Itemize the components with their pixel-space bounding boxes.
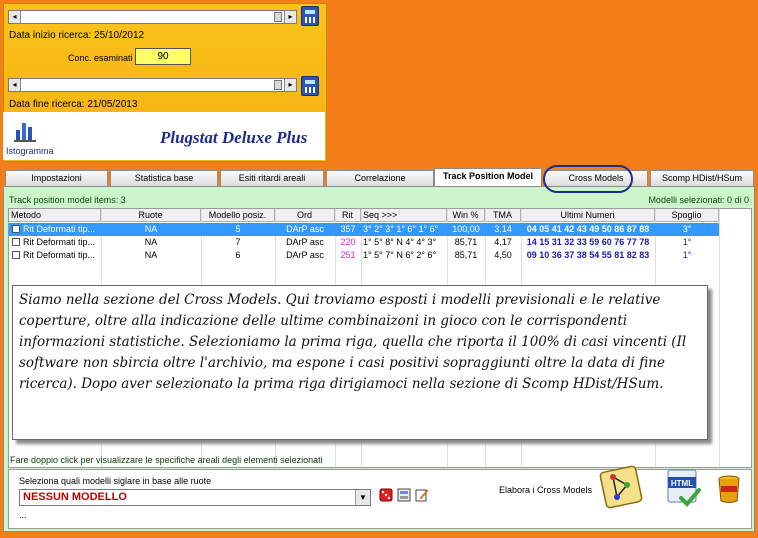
start-date-slider[interactable]: ◂ ▸ — [8, 10, 297, 24]
column-header[interactable]: TMA — [485, 209, 521, 222]
app-window: ◂ ▸ Data inizio ricerca: 25/10/2012 Conc… — [0, 0, 758, 538]
dropdown-value: NESSUN MODELLO — [23, 491, 127, 503]
slider-thumb[interactable] — [274, 80, 282, 90]
cell-modello: 6 — [235, 250, 241, 260]
cross-models-controls: Seleziona quali modelli siglare in base … — [8, 465, 752, 529]
column-header[interactable]: Spoglio — [655, 209, 719, 222]
cell-metodo: Rit Deformati tip... — [23, 224, 96, 234]
end-date-label: Data fine ricerca: — [9, 99, 85, 110]
row-checkbox[interactable] — [12, 238, 20, 246]
row-checkbox[interactable] — [12, 225, 20, 233]
tab-bar: Impostazioni Statistica base Esiti ritar… — [3, 168, 755, 186]
model-select-dropdown[interactable]: NESSUN MODELLO ▼ — [19, 489, 371, 506]
row-checkbox[interactable] — [12, 251, 20, 259]
column-header[interactable]: Win % — [447, 209, 485, 222]
tab-statistica-base[interactable]: Statistica base — [110, 170, 218, 186]
ellipsis-link[interactable]: ... — [19, 510, 27, 520]
cell-modello: 7 — [235, 237, 241, 247]
cell-ord: DArP asc — [286, 250, 324, 260]
calculator-icon[interactable] — [301, 6, 319, 26]
start-date-label: Data inizio ricerca: — [9, 30, 92, 41]
svg-text:HTML: HTML — [671, 479, 693, 488]
cell-tma: 3,14 — [494, 224, 512, 234]
cell-ord: DArP asc — [286, 237, 324, 247]
cell-ruote: NA — [144, 250, 158, 260]
column-header[interactable]: Seq >>> — [361, 209, 447, 222]
conc-input[interactable]: 90 — [135, 48, 191, 65]
column-header[interactable]: Rit — [335, 209, 361, 222]
cell-tma: 4,17 — [494, 237, 512, 247]
column-header[interactable]: Ultimi Numeri — [521, 209, 655, 222]
cell-rit: 357 — [340, 224, 356, 234]
cell-seq: 1° 5° 7° N 6° 2° 6° — [363, 250, 437, 260]
cell-spoglio: 3° — [682, 224, 692, 234]
cell-ruote: NA — [144, 224, 158, 234]
tutorial-annotation: Siamo nella sezione del Cross Models. Qu… — [12, 285, 708, 440]
double-click-hint: Fare doppio click per visualizzare le sp… — [10, 455, 323, 465]
column-header[interactable]: Ruote — [101, 209, 201, 222]
cell-metodo: Rit Deformati tip... — [23, 237, 96, 247]
end-date-value: 21/05/2013 — [87, 99, 138, 110]
cell-spoglio: 1° — [682, 237, 692, 247]
trash-bin-icon[interactable] — [717, 474, 741, 504]
cell-seq: 3° 2° 3° 1° 6° 1° 6° — [363, 224, 439, 234]
table-row[interactable]: Rit Deformati tip... NA 5 DArP asc 357 3… — [9, 223, 719, 236]
end-date-slider[interactable]: ◂ ▸ — [8, 78, 297, 92]
cross-models-highlight-ellipse — [543, 165, 633, 193]
tab-track-position-model[interactable]: Track Position Model — [434, 168, 542, 186]
cell-spoglio: 1° — [682, 250, 692, 260]
html-export-icon[interactable]: HTML — [665, 468, 703, 508]
tab-esiti-ritardi-areali[interactable]: Esiti ritardi areali — [220, 170, 324, 186]
cell-rit: 220 — [340, 237, 356, 247]
histogram-icon[interactable] — [14, 118, 36, 142]
table-row[interactable]: Rit Deformati tip... NA 6 DArP asc 251 1… — [9, 249, 719, 262]
cell-ultimi-numeri: 09 10 36 37 38 54 55 81 82 83 — [526, 250, 650, 260]
tab-scomp-hdist-hsum[interactable]: Scomp HDist/HSum — [650, 170, 754, 186]
calculator-icon[interactable] — [301, 76, 319, 96]
cell-tma: 4,50 — [494, 250, 512, 260]
cell-ultimi-numeri: 14 15 31 32 33 59 60 76 77 78 — [526, 237, 650, 247]
cell-win: 85,71 — [454, 237, 478, 247]
slider-left-arrow[interactable]: ◂ — [9, 79, 21, 91]
cell-win: 85,71 — [454, 250, 478, 260]
network-diagram-icon[interactable] — [597, 463, 645, 511]
cell-seq: 1° 5° 8° N 4° 4° 3° — [363, 237, 437, 247]
cell-metodo: Rit Deformati tip... — [23, 250, 96, 260]
models-selected-count: Modelli selezionati: 0 di 0 — [648, 195, 749, 205]
chevron-down-icon[interactable]: ▼ — [355, 490, 370, 505]
conc-label: Conc. esaminati — [68, 53, 133, 63]
elabora-label: Elabora i Cross Models — [499, 485, 593, 495]
cell-win: 100,00 — [452, 224, 480, 234]
column-header[interactable]: Ord — [275, 209, 335, 222]
slider-left-arrow[interactable]: ◂ — [9, 11, 21, 23]
cell-ultimi-numeri: 04 05 41 42 43 49 50 86 87 88 — [526, 224, 650, 234]
table-row[interactable]: Rit Deformati tip... NA 7 DArP asc 220 1… — [9, 236, 719, 249]
tab-impostazioni[interactable]: Impostazioni — [5, 170, 108, 186]
items-count: Track position model items: 3 — [9, 195, 126, 205]
grid-view-icon[interactable] — [397, 488, 411, 502]
cell-ord: DArP asc — [286, 224, 324, 234]
select-models-label: Seleziona quali modelli siglare in base … — [19, 476, 212, 486]
dice-icon[interactable] — [379, 488, 393, 502]
histogram-label: Istogramma — [6, 146, 54, 156]
tab-correlazione[interactable]: Correlazione — [326, 170, 434, 186]
slider-thumb[interactable] — [274, 12, 282, 22]
column-header[interactable]: Modello posiz. — [201, 209, 275, 222]
cell-modello: 5 — [235, 224, 241, 234]
slider-right-arrow[interactable]: ▸ — [284, 11, 296, 23]
cell-ruote: NA — [144, 237, 158, 247]
cell-rit: 251 — [340, 250, 356, 260]
slider-right-arrow[interactable]: ▸ — [284, 79, 296, 91]
column-header[interactable]: Metodo — [9, 209, 101, 222]
edit-icon[interactable] — [415, 488, 429, 502]
start-date-value: 25/10/2012 — [94, 30, 145, 41]
app-logo: Plugstat Deluxe Plus — [160, 128, 308, 147]
